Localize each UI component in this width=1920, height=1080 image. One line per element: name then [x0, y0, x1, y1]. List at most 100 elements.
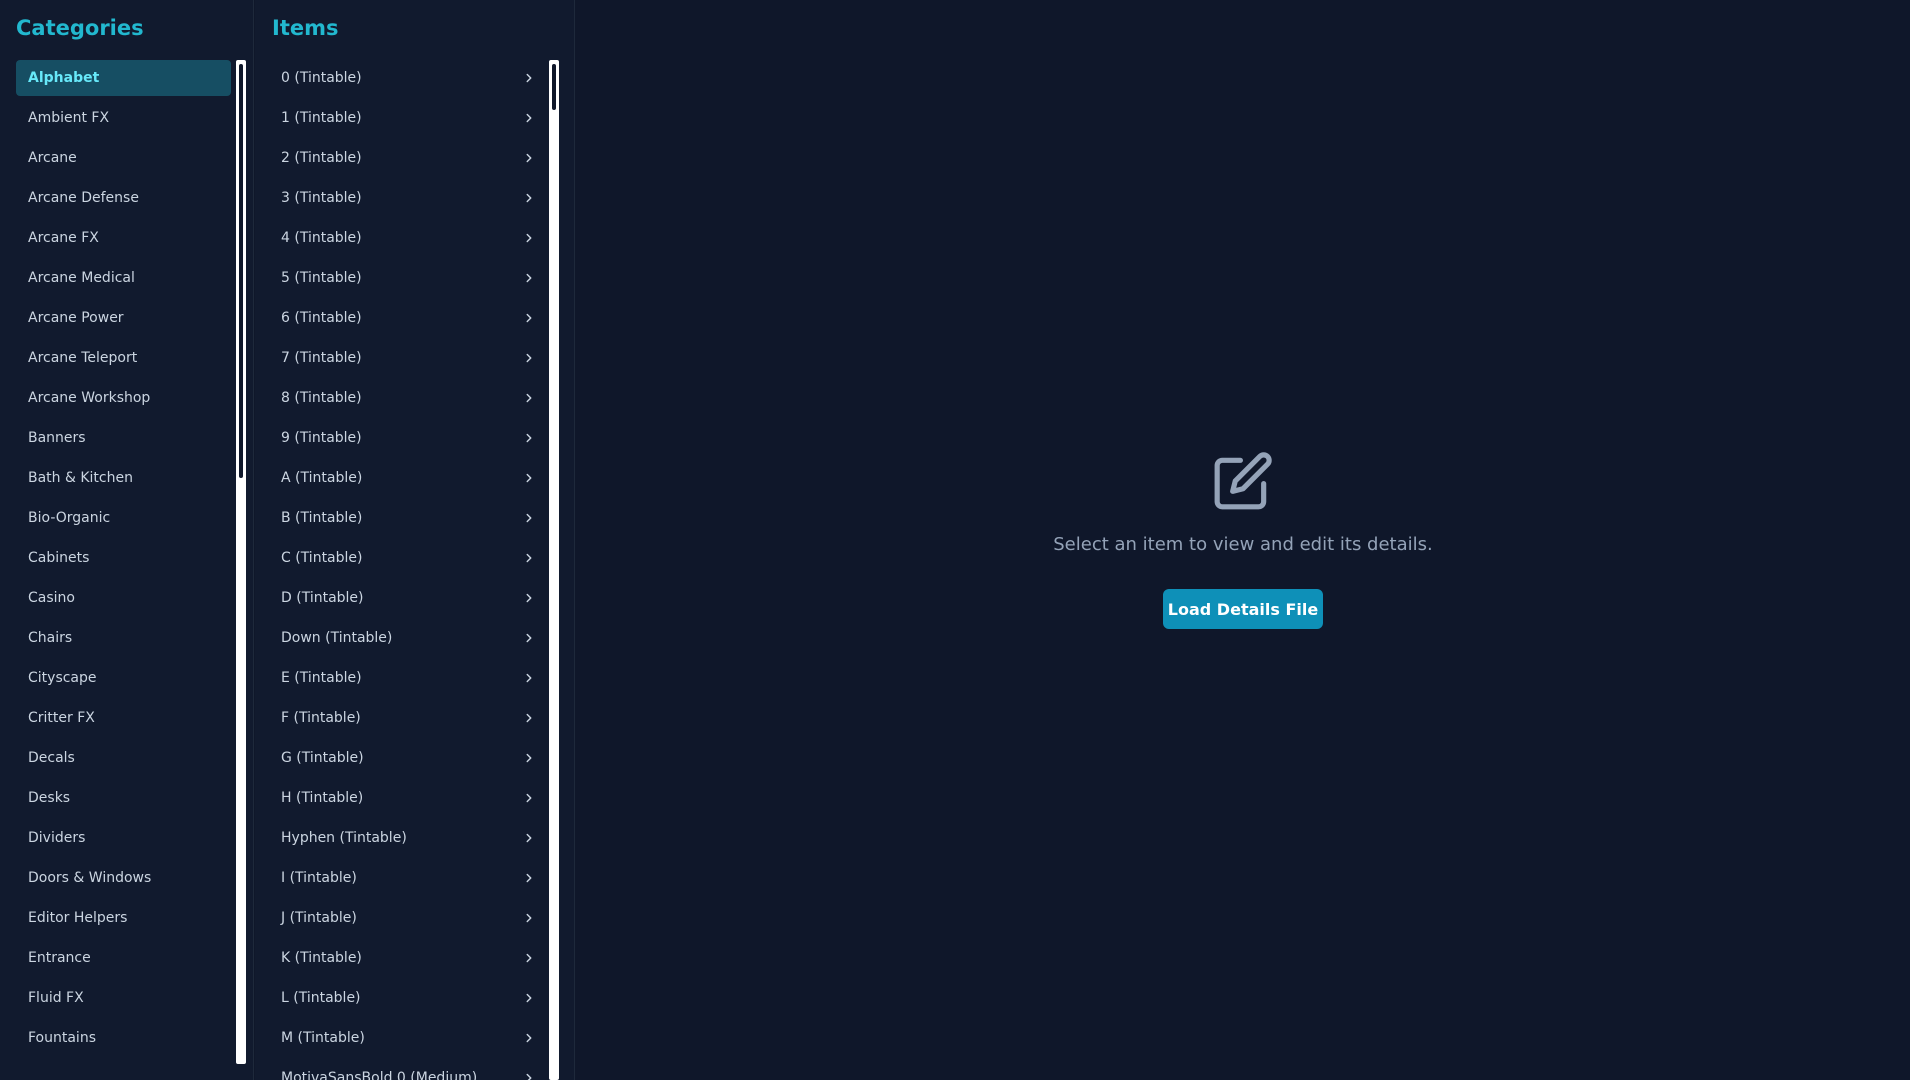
chevron-right-icon — [522, 71, 536, 85]
empty-state-message: Select an item to view and edit its deta… — [1053, 534, 1433, 555]
categories-scrollbar[interactable] — [236, 60, 246, 1064]
items-scrollbar-thumb[interactable] — [552, 64, 556, 110]
chevron-right-icon — [522, 871, 536, 885]
item-row[interactable]: 6 (Tintable) — [269, 300, 548, 336]
item-row[interactable]: I (Tintable) — [269, 860, 548, 896]
category-item[interactable]: Arcane Medical — [16, 260, 231, 296]
item-label: Down (Tintable) — [281, 630, 393, 646]
category-item[interactable]: Dividers — [16, 820, 231, 856]
item-label: 5 (Tintable) — [281, 270, 362, 286]
item-row[interactable]: 0 (Tintable) — [269, 60, 548, 96]
item-label: B (Tintable) — [281, 510, 363, 526]
item-label: H (Tintable) — [281, 790, 364, 806]
item-label: G (Tintable) — [281, 750, 364, 766]
item-row[interactable]: 3 (Tintable) — [269, 180, 548, 216]
details-area: Select an item to view and edit its deta… — [576, 0, 1910, 1080]
chevron-right-icon — [522, 311, 536, 325]
item-row[interactable]: MotivaSansBold 0 (Medium) — [269, 1060, 548, 1080]
chevron-right-icon — [522, 951, 536, 965]
item-row[interactable]: 5 (Tintable) — [269, 260, 548, 296]
item-row[interactable]: 7 (Tintable) — [269, 340, 548, 376]
items-scrollbar[interactable] — [549, 60, 559, 1080]
item-label: MotivaSansBold 0 (Medium) — [281, 1070, 478, 1080]
category-item[interactable]: Banners — [16, 420, 231, 456]
item-row[interactable]: F (Tintable) — [269, 700, 548, 736]
item-row[interactable]: 9 (Tintable) — [269, 420, 548, 456]
chevron-right-icon — [522, 631, 536, 645]
chevron-right-icon — [522, 1071, 536, 1080]
chevron-right-icon — [522, 591, 536, 605]
chevron-right-icon — [522, 511, 536, 525]
item-row[interactable]: M (Tintable) — [269, 1020, 548, 1056]
load-details-file-button[interactable]: Load Details File — [1163, 589, 1323, 629]
item-row[interactable]: G (Tintable) — [269, 740, 548, 776]
items-title: Items — [272, 16, 339, 40]
item-row[interactable]: K (Tintable) — [269, 940, 548, 976]
category-item[interactable]: Chairs — [16, 620, 231, 656]
item-row[interactable]: 4 (Tintable) — [269, 220, 548, 256]
chevron-right-icon — [522, 711, 536, 725]
item-row[interactable]: H (Tintable) — [269, 780, 548, 816]
item-label: 6 (Tintable) — [281, 310, 362, 326]
category-item[interactable]: Casino — [16, 580, 231, 616]
chevron-right-icon — [522, 991, 536, 1005]
category-item[interactable]: Fluid FX — [16, 980, 231, 1016]
category-item[interactable]: Desks — [16, 780, 231, 816]
item-row[interactable]: D (Tintable) — [269, 580, 548, 616]
item-row[interactable]: 8 (Tintable) — [269, 380, 548, 416]
category-item[interactable]: Entrance — [16, 940, 231, 976]
item-row[interactable]: 2 (Tintable) — [269, 140, 548, 176]
item-row[interactable]: A (Tintable) — [269, 460, 548, 496]
item-label: M (Tintable) — [281, 1030, 365, 1046]
item-row[interactable]: C (Tintable) — [269, 540, 548, 576]
category-item[interactable]: Critter FX — [16, 700, 231, 736]
category-item[interactable]: Cabinets — [16, 540, 231, 576]
category-item[interactable]: Cityscape — [16, 660, 231, 696]
item-row[interactable]: Down (Tintable) — [269, 620, 548, 656]
item-label: 0 (Tintable) — [281, 70, 362, 86]
item-label: 7 (Tintable) — [281, 350, 362, 366]
item-label: C (Tintable) — [281, 550, 363, 566]
item-label: 9 (Tintable) — [281, 430, 362, 446]
item-label: 3 (Tintable) — [281, 190, 362, 206]
chevron-right-icon — [522, 231, 536, 245]
item-label: J (Tintable) — [281, 910, 357, 926]
chevron-right-icon — [522, 1031, 536, 1045]
category-item[interactable]: Arcane Teleport — [16, 340, 231, 376]
category-item[interactable]: Bath & Kitchen — [16, 460, 231, 496]
category-item[interactable]: Alphabet — [16, 60, 231, 96]
category-item[interactable]: Arcane FX — [16, 220, 231, 256]
item-row[interactable]: E (Tintable) — [269, 660, 548, 696]
categories-panel: Categories Alphabet Ambient FX Arcane Arcan… — [0, 0, 254, 1080]
item-row[interactable]: B (Tintable) — [269, 500, 548, 536]
category-item[interactable]: Bio-Organic — [16, 500, 231, 536]
category-item[interactable]: Ambient FX — [16, 100, 231, 136]
item-label: A (Tintable) — [281, 470, 363, 486]
item-label: D (Tintable) — [281, 590, 364, 606]
item-row[interactable]: L (Tintable) — [269, 980, 548, 1016]
category-item[interactable]: Fountains — [16, 1020, 231, 1056]
page-scrollbar[interactable] — [1910, 0, 1920, 1080]
item-label: 4 (Tintable) — [281, 230, 362, 246]
item-label: F (Tintable) — [281, 710, 361, 726]
item-label: I (Tintable) — [281, 870, 357, 886]
chevron-right-icon — [522, 391, 536, 405]
chevron-right-icon — [522, 111, 536, 125]
category-item[interactable]: Arcane — [16, 140, 231, 176]
chevron-right-icon — [522, 471, 536, 485]
category-item[interactable]: Arcane Defense — [16, 180, 231, 216]
item-row[interactable]: J (Tintable) — [269, 900, 548, 936]
item-row[interactable]: 1 (Tintable) — [269, 100, 548, 136]
item-label: 2 (Tintable) — [281, 150, 362, 166]
category-item[interactable]: Arcane Power — [16, 300, 231, 336]
item-label: 1 (Tintable) — [281, 110, 362, 126]
item-row[interactable]: Hyphen (Tintable) — [269, 820, 548, 856]
chevron-right-icon — [522, 911, 536, 925]
category-item[interactable]: Decals — [16, 740, 231, 776]
item-label: L (Tintable) — [281, 990, 361, 1006]
category-item[interactable]: Editor Helpers — [16, 900, 231, 936]
category-item[interactable]: Doors & Windows — [16, 860, 231, 896]
chevron-right-icon — [522, 191, 536, 205]
category-item[interactable]: Arcane Workshop — [16, 380, 231, 416]
categories-scrollbar-thumb[interactable] — [239, 64, 243, 478]
